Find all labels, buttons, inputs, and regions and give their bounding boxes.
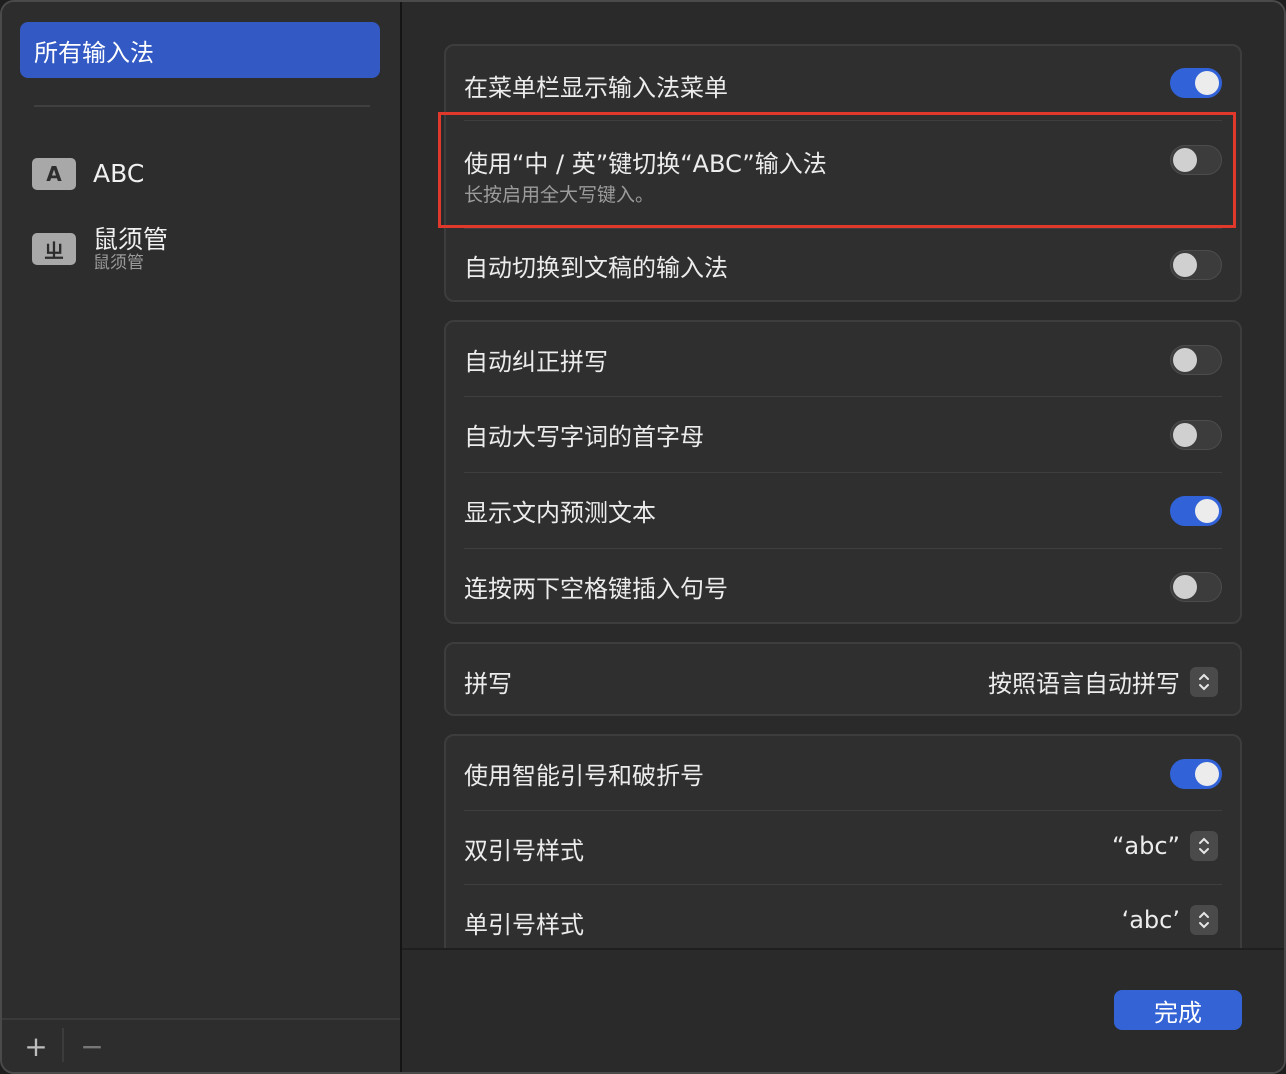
squirrel-input-icon: ㄓ	[32, 233, 76, 265]
single-quote-style-popup[interactable]: ‘abc’	[1122, 905, 1218, 935]
setting-row: 拼写 按照语言自动拼写	[446, 644, 1240, 714]
sidebar-item-label: ABC	[93, 159, 145, 188]
setting-row: 在菜单栏显示输入法菜单	[446, 46, 1240, 120]
setting-label: 使用智能引号和破折号	[464, 762, 704, 790]
main-panel: 在菜单栏显示输入法菜单 使用“中 / 英”键切换“ABC”输入法 长按启用全大写…	[402, 2, 1284, 1072]
chevron-updown-icon	[1190, 905, 1218, 935]
sidebar-item-squirrel[interactable]: ㄓ 鼠须管 鼠须管	[32, 226, 168, 272]
setting-label: 在菜单栏显示输入法菜单	[464, 74, 728, 102]
setting-label: 双引号样式	[464, 837, 584, 865]
typing-options-group: 自动纠正拼写 自动大写字词的首字母 显示文内预测文本 连按两下空格键插入句号	[444, 320, 1242, 624]
setting-row: 自动切换到文稿的输入法	[446, 228, 1240, 300]
divider	[402, 948, 1284, 950]
setting-label: 自动纠正拼写	[464, 348, 608, 376]
setting-label: 拼写	[464, 670, 512, 698]
setting-label: 连按两下空格键插入句号	[464, 575, 728, 603]
setting-row: 自动大写字词的首字母	[446, 397, 1240, 472]
auto-capitalize-toggle[interactable]	[1170, 420, 1222, 450]
select-value: “abc”	[1111, 832, 1180, 860]
sidebar-item-label: 所有输入法	[34, 38, 154, 67]
setting-row: 自动纠正拼写	[446, 322, 1240, 397]
add-input-source-button[interactable]: +	[16, 1028, 56, 1064]
sidebar-item-sublabel: 鼠须管	[93, 253, 144, 273]
select-value: ‘abc’	[1121, 906, 1180, 934]
setting-row: 双引号样式 “abc”	[446, 811, 1240, 885]
sidebar-item-all-input-sources[interactable]: 所有输入法	[20, 22, 380, 78]
settings-window: 所有输入法 A ABC ㄓ 鼠须管 鼠须管 + − 在菜单栏显示输入法菜单 使用…	[0, 0, 1286, 1074]
select-value: 按照语言自动拼写	[988, 670, 1180, 698]
auto-correct-toggle[interactable]	[1170, 345, 1222, 375]
divider	[34, 105, 370, 107]
setting-label: 显示文内预测文本	[464, 499, 656, 527]
spelling-popup[interactable]: 按照语言自动拼写	[988, 664, 1218, 699]
auto-switch-input-toggle[interactable]	[1170, 250, 1222, 280]
setting-row: 使用智能引号和破折号	[446, 736, 1240, 810]
quotes-group: 使用智能引号和破折号 双引号样式 “abc” 单引号样式 ‘abc’	[444, 734, 1242, 968]
show-input-menu-toggle[interactable]	[1170, 68, 1222, 98]
setting-row: 连按两下空格键插入句号	[446, 549, 1240, 622]
done-button[interactable]: 完成	[1114, 990, 1242, 1030]
sidebar-item-label: 鼠须管	[93, 225, 169, 254]
remove-input-source-button[interactable]: −	[72, 1028, 112, 1064]
setting-label: 单引号样式	[464, 911, 584, 939]
sidebar-toolbar: + −	[2, 1018, 400, 1072]
sidebar-item-abc[interactable]: A ABC	[32, 158, 144, 190]
chevron-updown-icon	[1190, 831, 1218, 861]
highlight-annotation	[438, 112, 1236, 228]
double-quote-style-popup[interactable]: “abc”	[1112, 831, 1218, 861]
setting-label: 自动切换到文稿的输入法	[464, 254, 728, 282]
smart-quotes-toggle[interactable]	[1170, 759, 1222, 789]
inline-prediction-toggle[interactable]	[1170, 496, 1222, 526]
spelling-group: 拼写 按照语言自动拼写	[444, 642, 1242, 716]
setting-label: 自动大写字词的首字母	[464, 423, 704, 451]
double-space-period-toggle[interactable]	[1170, 572, 1222, 602]
setting-row: 显示文内预测文本	[446, 473, 1240, 548]
chevron-updown-icon	[1190, 666, 1218, 697]
divider	[62, 1028, 64, 1062]
sidebar: 所有输入法 A ABC ㄓ 鼠须管 鼠须管 + −	[2, 2, 402, 1072]
abc-input-icon: A	[32, 158, 76, 190]
